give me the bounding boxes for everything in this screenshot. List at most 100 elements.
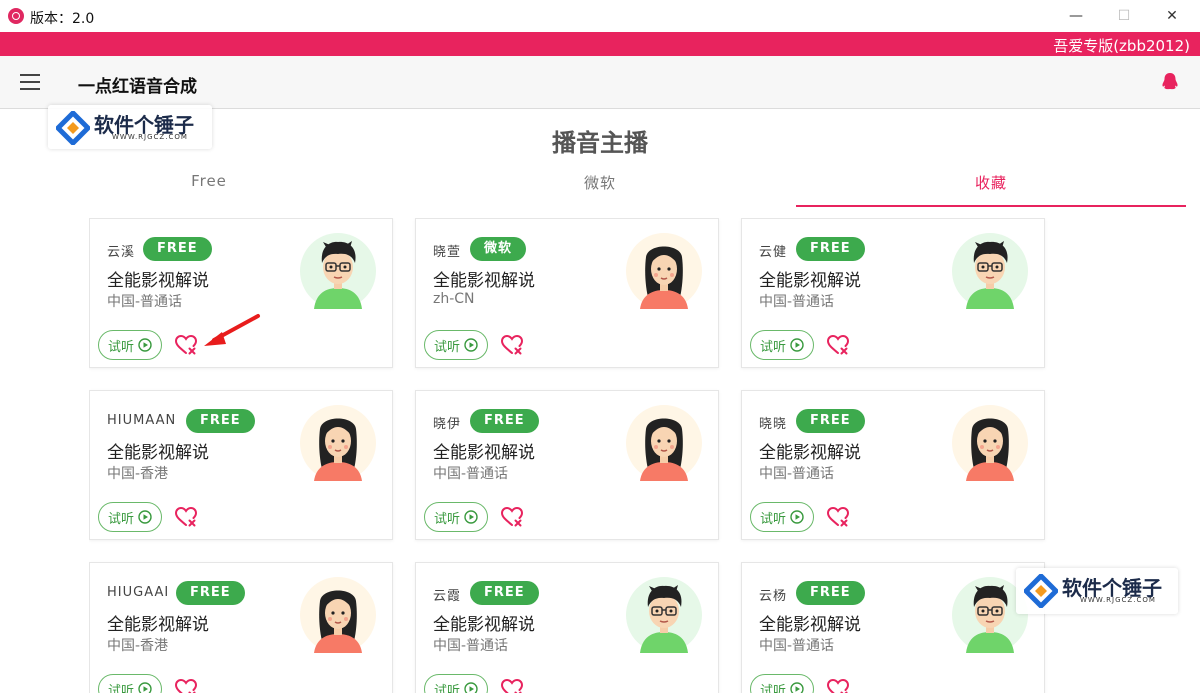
play-icon (138, 338, 152, 352)
unfavorite-heart-icon[interactable] (174, 505, 198, 529)
listen-button[interactable]: 试听 (98, 674, 162, 693)
listen-button[interactable]: 试听 (750, 330, 814, 360)
listen-label: 试听 (107, 339, 134, 355)
banner-text: 吾爱专版(zbb2012) (1053, 37, 1190, 55)
voice-name: HIUGAAI (107, 585, 170, 600)
unfavorite-heart-icon[interactable] (826, 677, 850, 693)
voice-badge: FREE (186, 409, 255, 433)
listen-label: 试听 (107, 511, 134, 527)
play-icon (138, 682, 152, 693)
voice-style: 全能影视解说 (107, 615, 209, 635)
voice-style: 全能影视解说 (433, 615, 535, 635)
voice-name: 晓晓 (759, 417, 788, 432)
listen-button[interactable]: 试听 (424, 330, 488, 360)
voice-language: 中国-普通话 (433, 638, 509, 654)
listen-label: 试听 (759, 683, 786, 693)
unfavorite-heart-icon[interactable] (174, 677, 198, 693)
listen-label: 试听 (433, 511, 460, 527)
voice-card[interactable]: HIUMAAN FREE 全能影视解说 中国-香港 试听 (89, 390, 393, 540)
app-name: 一点红语音合成 (78, 77, 197, 97)
voice-name: 晓伊 (433, 417, 462, 432)
listen-label: 试听 (433, 683, 460, 693)
voice-style: 全能影视解说 (107, 271, 209, 291)
voice-name: 云健 (759, 245, 788, 260)
listen-label: 试听 (759, 339, 786, 355)
listen-button[interactable]: 试听 (750, 674, 814, 693)
voice-badge: FREE (796, 581, 865, 605)
listen-label: 试听 (107, 683, 134, 693)
listen-label: 试听 (759, 511, 786, 527)
voice-language: 中国-普通话 (107, 294, 183, 310)
voice-language: 中国-香港 (107, 638, 169, 654)
female-avatar (952, 405, 1028, 481)
female-avatar (626, 233, 702, 309)
voice-card[interactable]: 云杨 FREE 全能影视解说 中国-普通话 试听 (741, 562, 1045, 693)
unfavorite-heart-icon[interactable] (500, 505, 524, 529)
play-icon (790, 682, 804, 693)
voice-style: 全能影视解说 (433, 443, 535, 463)
tab-microsoft[interactable]: 微软 (405, 172, 795, 193)
watermark-logo-bottom: 软件个锤子 WWW.RJGCZ.COM (1016, 568, 1178, 614)
tab-favorites[interactable]: 收藏 (796, 172, 1186, 193)
top-banner: 吾爱专版(zbb2012) (0, 32, 1200, 56)
listen-button[interactable]: 试听 (424, 674, 488, 693)
female-avatar (300, 577, 376, 653)
red-arrow-icon (204, 314, 260, 346)
maximize-button[interactable]: ☐ (1100, 0, 1148, 32)
unfavorite-heart-icon[interactable] (500, 333, 524, 357)
play-icon (138, 510, 152, 524)
voice-badge: FREE (143, 237, 212, 261)
male-avatar (300, 233, 376, 309)
male-avatar (626, 577, 702, 653)
app-header: 一点红语音合成 (0, 56, 1200, 109)
voice-badge: FREE (176, 581, 245, 605)
voice-language: 中国-普通话 (759, 638, 835, 654)
voice-language: 中国-普通话 (433, 466, 509, 482)
voice-name: 云溪 (107, 245, 136, 260)
menu-icon[interactable] (20, 74, 40, 90)
voice-badge: 微软 (470, 237, 527, 261)
voice-style: 全能影视解说 (759, 271, 861, 291)
voice-language: 中国-香港 (107, 466, 169, 482)
close-button[interactable]: ✕ (1148, 0, 1196, 32)
voice-card[interactable]: 晓萱 微软 全能影视解说 zh-CN 试听 (415, 218, 719, 368)
page-title: 播音主播 (552, 129, 648, 157)
voice-card[interactable]: HIUGAAI FREE 全能影视解说 中国-香港 试听 (89, 562, 393, 693)
voice-card[interactable]: 云霞 FREE 全能影视解说 中国-普通话 试听 (415, 562, 719, 693)
female-avatar (626, 405, 702, 481)
voice-badge: FREE (796, 237, 865, 261)
voice-grid: 云溪 FREE 全能影视解说 中国-普通话 试听 晓萱 微软 全能影视解说 zh… (89, 218, 1049, 693)
play-icon (464, 510, 478, 524)
play-icon (464, 682, 478, 693)
voice-card[interactable]: 云健 FREE 全能影视解说 中国-普通话 试听 (741, 218, 1045, 368)
listen-button[interactable]: 试听 (750, 502, 814, 532)
listen-button[interactable]: 试听 (98, 502, 162, 532)
voice-badge: FREE (470, 409, 539, 433)
voice-badge: FREE (470, 581, 539, 605)
voice-style: 全能影视解说 (107, 443, 209, 463)
male-avatar (952, 233, 1028, 309)
play-icon (464, 338, 478, 352)
listen-button[interactable]: 试听 (98, 330, 162, 360)
unfavorite-heart-icon[interactable] (826, 333, 850, 357)
watermark-icon (1024, 574, 1058, 608)
window-titlebar: 版本：2.0 — ☐ ✕ (0, 0, 1200, 32)
unfavorite-heart-icon[interactable] (174, 333, 198, 357)
window-title: 版本：2.0 (30, 11, 95, 27)
voice-card[interactable]: 晓伊 FREE 全能影视解说 中国-普通话 试听 (415, 390, 719, 540)
voice-style: 全能影视解说 (759, 443, 861, 463)
unfavorite-heart-icon[interactable] (826, 505, 850, 529)
unfavorite-heart-icon[interactable] (500, 677, 524, 693)
voice-card[interactable]: 晓晓 FREE 全能影视解说 中国-普通话 试听 (741, 390, 1045, 540)
voice-name: 云杨 (759, 589, 788, 604)
play-icon (790, 510, 804, 524)
voice-language: 中国-普通话 (759, 294, 835, 310)
minimize-button[interactable]: — (1052, 0, 1100, 32)
listen-button[interactable]: 试听 (424, 502, 488, 532)
voice-name: 晓萱 (433, 245, 462, 260)
female-avatar (300, 405, 376, 481)
tab-free[interactable]: Free (14, 172, 404, 190)
active-tab-indicator (796, 205, 1186, 207)
qq-penguin-icon[interactable] (1160, 72, 1180, 92)
play-icon (790, 338, 804, 352)
